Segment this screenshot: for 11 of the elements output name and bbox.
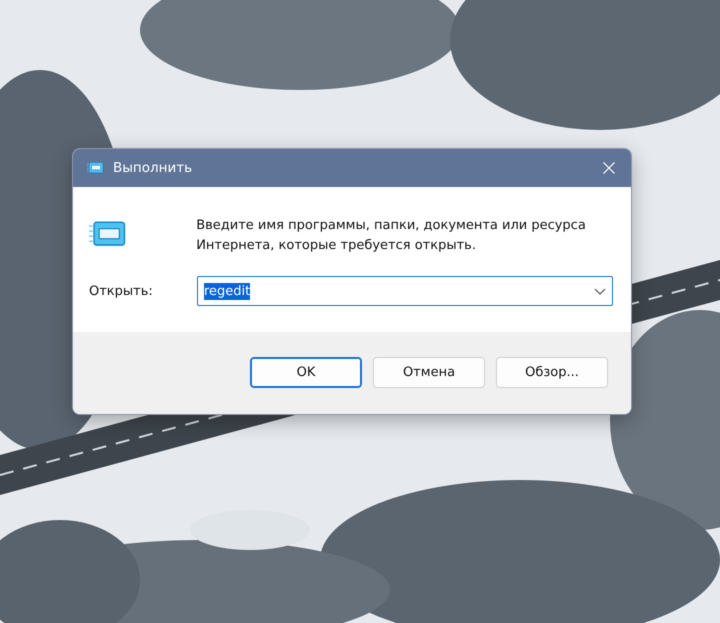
open-combobox[interactable]: regedit: [197, 276, 613, 306]
run-icon: [89, 221, 127, 248]
dialog-button[interactable]: Обзор...: [496, 357, 608, 388]
close-icon: [603, 162, 615, 174]
chevron-down-icon[interactable]: [594, 288, 606, 294]
window-title: Выполнить: [113, 160, 194, 176]
dialog-button[interactable]: OK: [250, 357, 362, 388]
instruction-text: Введите имя программы, папки, документа или ресурса Интернета, которые требуется открыть.: [196, 217, 587, 255]
dialog-button[interactable]: Отмена: [373, 357, 485, 388]
run-icon: [87, 162, 104, 174]
open-label: Открыть:: [89, 284, 154, 298]
